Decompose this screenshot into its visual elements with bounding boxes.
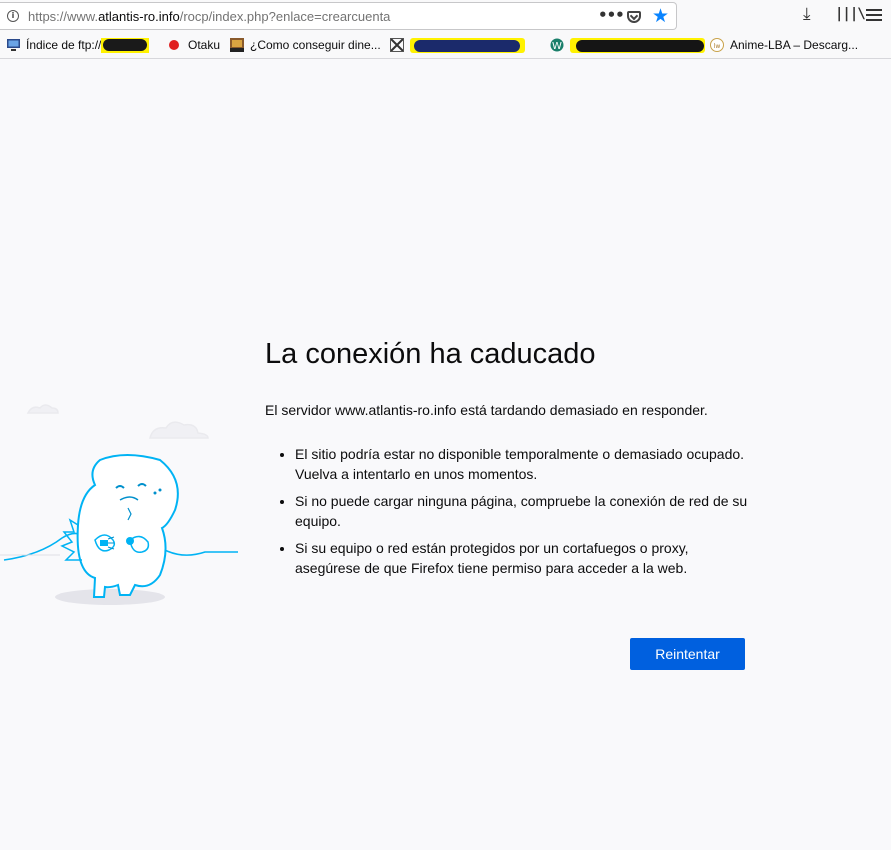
w-favicon: W [550,38,564,52]
star-icon[interactable]: ★ [652,5,669,27]
image-favicon [230,38,244,52]
url-path: /rocp/index.php?enlace=crearcuenta [179,9,391,24]
bookmark-label: Otaku [188,38,221,52]
bookmark-label: Índice de ftp:// [26,38,102,52]
error-description: El servidor www.atlantis-ro.info está ta… [265,402,708,418]
bookmark-label: Anime-LBA – Descarg... [730,38,859,52]
bookmark-item[interactable]: lw Anime-LBA – Descarg... [710,38,858,54]
svg-text:lw: lw [714,43,721,50]
svg-text:W: W [552,41,562,52]
bookmark-item[interactable]: Índice de ftp:// [6,38,150,54]
redacted-bookmark-label [410,38,525,53]
pocket-icon[interactable] [627,11,641,23]
url-text[interactable]: https://www.atlantis-ro.info/rocp/index.… [28,9,390,24]
list-item: Si su equipo o red están protegidos por … [295,538,755,578]
more-horizontal-icon[interactable]: ••• [598,6,625,24]
bookmark-item[interactable]: Otaku [168,38,220,54]
cross-favicon [390,38,404,52]
list-item: El sitio podría estar no disponible temp… [295,444,755,484]
bookmarks-toolbar: Índice de ftp:// Otaku ¿Como conseguir d… [0,33,891,59]
bookmark-item[interactable]: ¿Como conseguir dine... [230,38,381,54]
red-dot-icon [168,38,182,52]
navigation-toolbar: i https://www.atlantis-ro.info/rocp/inde… [0,0,891,33]
url-host: atlantis-ro.info [98,9,180,24]
disconnected-dino-illustration [0,404,238,605]
hamburger-menu-icon[interactable] [866,9,882,24]
lba-favicon: lw [710,38,724,52]
computer-icon [6,38,20,52]
redacted-bookmark-label [570,38,705,53]
bookmark-item[interactable] [390,38,525,54]
bookmark-label: ¿Como conseguir dine... [250,38,381,52]
error-container: La conexión ha caducado El servidor www.… [265,330,755,585]
library-icon[interactable]: |||\ [835,6,866,22]
list-item: Si no puede cargar ninguna página, compr… [295,491,755,531]
error-reasons-list: El sitio podría estar no disponible temp… [265,444,755,578]
page-title: La conexión ha caducado [265,338,596,370]
url-scheme: https://www. [28,9,99,24]
info-icon[interactable]: i [7,10,19,22]
url-bar[interactable]: i https://www.atlantis-ro.info/rocp/inde… [0,2,677,30]
bookmark-item[interactable]: W [550,38,705,54]
retry-button[interactable]: Reintentar [630,638,745,670]
download-icon[interactable]: ⤓ [803,4,811,24]
